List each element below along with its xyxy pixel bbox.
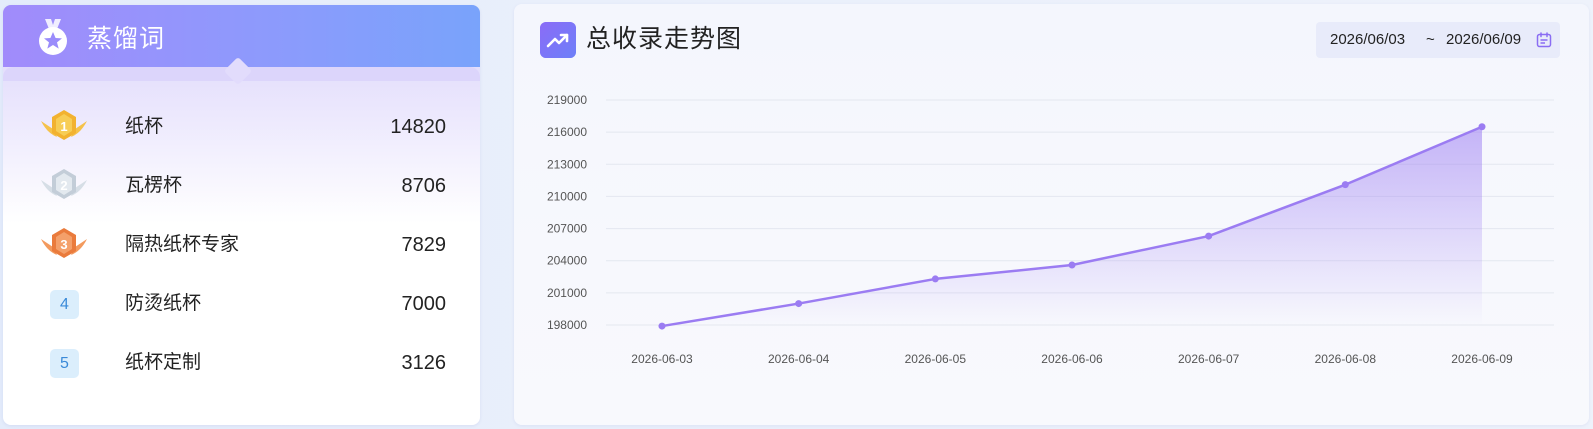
data-point[interactable] <box>1068 261 1076 269</box>
rank-number-badge: 4 <box>50 290 79 319</box>
trend-chart-panel: 总收录走势图 2026/06/03 ~ 2026/06/09 198000 201… <box>514 4 1589 425</box>
ranking-row: 3 隔热纸杯专家 7829 <box>3 225 480 265</box>
keyword-count: 3126 <box>401 352 447 374</box>
y-tick-label: 216000 <box>547 125 587 139</box>
trend-line-chart: 198000 201000 204000 207000 210000 213000 2160… <box>547 93 1554 366</box>
y-tick-label: 210000 <box>547 189 587 203</box>
ranking-row: 1 纸杯 14820 <box>3 107 480 147</box>
keyword-name: 纸杯 <box>125 116 164 137</box>
keyword-count: 7000 <box>401 293 447 315</box>
y-tick-label: 204000 <box>547 254 587 268</box>
data-point[interactable] <box>931 275 939 283</box>
keyword-name: 瓦楞杯 <box>125 175 183 196</box>
gold-medal-icon: 1 <box>41 110 87 140</box>
x-tick-label: 2026-06-04 <box>768 352 830 366</box>
x-tick-label: 2026-06-06 <box>1041 352 1103 366</box>
trend-area-fill <box>662 126 1482 327</box>
x-tick-label: 2026-06-05 <box>905 352 967 366</box>
x-tick-label: 2026-06-07 <box>1178 352 1240 366</box>
keyword-count: 14820 <box>390 116 446 138</box>
ranking-row: 2 瓦楞杯 8706 <box>3 166 480 206</box>
keyword-name: 纸杯定制 <box>125 352 202 373</box>
rank-number-badge: 5 <box>50 349 79 378</box>
x-tick-label: 2026-06-09 <box>1451 352 1513 366</box>
data-point[interactable] <box>1478 123 1486 131</box>
data-point[interactable] <box>1341 181 1349 189</box>
ranking-row: 4 防烫纸杯 7000 <box>3 284 480 324</box>
keyword-count: 7829 <box>401 234 447 256</box>
keyword-name: 隔热纸杯专家 <box>125 234 240 255</box>
ranking-header <box>3 5 480 67</box>
ranking-title: 蒸馏词 <box>87 25 166 53</box>
medal-icon <box>39 19 67 55</box>
y-tick-label: 207000 <box>547 222 587 236</box>
y-tick-label: 219000 <box>547 93 587 107</box>
keyword-count: 8706 <box>401 175 447 197</box>
x-tick-label: 2026-06-03 <box>631 352 693 366</box>
y-tick-label: 201000 <box>547 286 587 300</box>
silver-medal-icon: 2 <box>41 169 87 199</box>
y-tick-label: 213000 <box>547 157 587 171</box>
data-point[interactable] <box>795 300 803 308</box>
ranking-row: 5 纸杯定制 3126 <box>3 343 480 383</box>
data-point[interactable] <box>1205 232 1213 240</box>
y-tick-label: 198000 <box>547 318 587 332</box>
keyword-name: 防烫纸杯 <box>125 293 202 314</box>
rank-number-3: 3 <box>60 237 67 252</box>
rank-number-2: 2 <box>60 178 67 193</box>
rank-number-1: 1 <box>60 119 67 134</box>
ranking-panel: 蒸馏词 1 纸杯 14820 2 瓦楞杯 8706 3 隔热纸杯专家 7829 … <box>3 5 480 425</box>
x-tick-label: 2026-06-08 <box>1315 352 1377 366</box>
data-point[interactable] <box>658 322 666 330</box>
bronze-medal-icon: 3 <box>41 228 87 258</box>
